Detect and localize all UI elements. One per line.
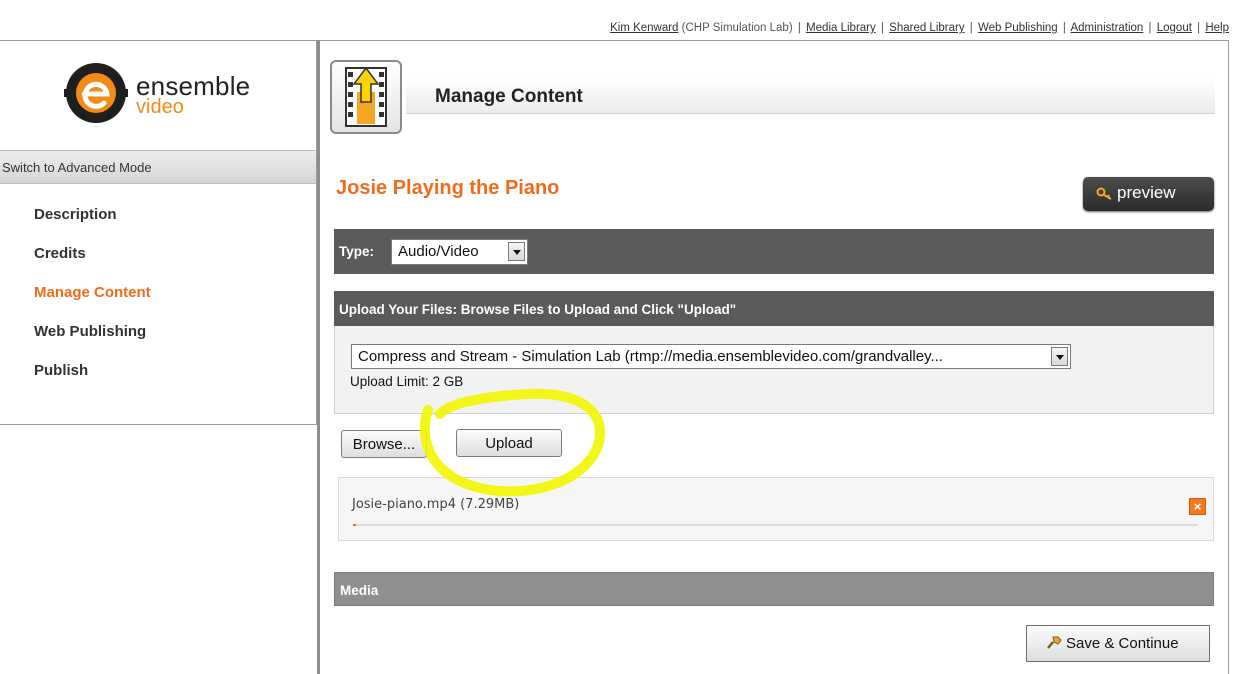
close-icon[interactable]: ×	[1189, 498, 1206, 515]
media-heading: Media	[334, 572, 1214, 606]
user-name-link[interactable]: Kim Kenward	[610, 22, 678, 34]
preview-label: preview	[1117, 183, 1176, 202]
upload-film-icon	[330, 60, 402, 134]
type-label: Type:	[339, 244, 375, 259]
advanced-mode-toggle[interactable]: Switch to Advanced Mode	[0, 150, 316, 184]
stream-profile-select[interactable]: Compress and Stream - Simulation Lab (rt…	[351, 344, 1071, 369]
file-name: Josie-piano.mp4 (7.29MB)	[352, 497, 520, 512]
browse-button[interactable]: Browse...	[341, 430, 427, 458]
chevron-down-icon[interactable]	[1051, 347, 1068, 366]
nav-separator: |	[1062, 22, 1066, 34]
nav-separator: |	[969, 22, 973, 34]
preview-button[interactable]: preview	[1083, 177, 1214, 211]
upload-limit-text: Upload Limit: 2 GB	[350, 374, 464, 389]
nav-separator: |	[880, 22, 884, 34]
sidebar-item-publish[interactable]: Publish	[34, 357, 151, 396]
top-navigation: Kim Kenward (CHP Simulation Lab) | Media…	[610, 22, 1229, 34]
sidebar-item-credits[interactable]: Credits	[34, 240, 151, 279]
content-title: Josie Playing the Piano	[336, 177, 560, 199]
logo-wordmark: ensemble video	[136, 73, 250, 117]
nav-link-administration[interactable]: Administration	[1070, 22, 1143, 34]
user-org: (CHP Simulation Lab)	[681, 22, 793, 34]
nav-link-shared-library[interactable]: Shared Library	[889, 22, 964, 34]
sidebar-item-web-publishing[interactable]: Web Publishing	[34, 318, 151, 357]
save-continue-icon	[1047, 636, 1062, 649]
nav-link-web-publishing[interactable]: Web Publishing	[978, 22, 1058, 34]
chevron-down-icon[interactable]	[508, 242, 525, 261]
nav-link-help[interactable]: Help	[1205, 22, 1229, 34]
nav-separator: |	[1197, 22, 1201, 34]
type-select-value: Audio/Video	[398, 243, 479, 260]
stream-profile-value: Compress and Stream - Simulation Lab (rt…	[358, 348, 943, 365]
key-icon	[1096, 187, 1112, 200]
nav-link-logout[interactable]: Logout	[1157, 22, 1192, 34]
upload-button[interactable]: Upload	[456, 429, 562, 457]
save-continue-button[interactable]: Save & Continue	[1026, 625, 1210, 662]
ensemble-logo-icon	[64, 63, 128, 123]
save-continue-label: Save & Continue	[1066, 635, 1179, 652]
sidebar-item-manage-content[interactable]: Manage Content	[34, 279, 151, 318]
sidebar-item-description[interactable]: Description	[34, 201, 151, 240]
nav-link-media-library[interactable]: Media Library	[806, 22, 876, 34]
type-select[interactable]: Audio/Video	[391, 239, 528, 265]
nav-separator: |	[797, 22, 801, 34]
main-panel: Manage Content Josie Playing the Piano p…	[317, 40, 1229, 674]
upload-panel: Compress and Stream - Simulation Lab (rt…	[334, 326, 1214, 414]
type-bar: Type: Audio/Video	[334, 229, 1214, 274]
upload-file-item: Josie-piano.mp4 (7.29MB) ×	[338, 477, 1214, 541]
upload-progress-fill	[353, 524, 356, 526]
logo[interactable]: ensemble video	[0, 41, 316, 149]
upload-heading: Upload Your Files: Browse Files to Uploa…	[334, 291, 1214, 326]
sidebar: ensemble video Switch to Advanced Mode D…	[0, 40, 317, 425]
sidebar-nav: Description Credits Manage Content Web P…	[34, 201, 151, 396]
upload-progress-bar	[353, 524, 1198, 526]
nav-separator: |	[1148, 22, 1152, 34]
page-title: Manage Content	[435, 86, 583, 107]
